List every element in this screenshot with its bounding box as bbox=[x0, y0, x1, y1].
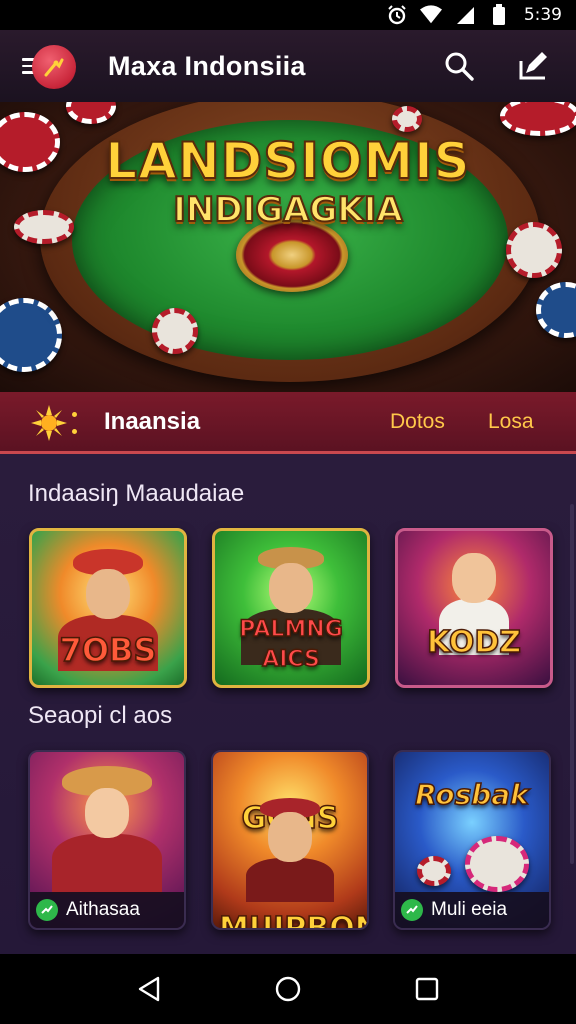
tab-active[interactable]: Inaansia bbox=[104, 408, 200, 436]
game-caption: Muli eeia bbox=[395, 892, 549, 928]
badge-icon bbox=[401, 899, 423, 921]
game-character bbox=[52, 766, 162, 894]
divider-dots bbox=[72, 412, 80, 434]
home-icon[interactable] bbox=[272, 973, 304, 1005]
section-title: Indaasiŋ Maaudaiae bbox=[28, 480, 245, 507]
back-icon[interactable] bbox=[133, 973, 165, 1005]
game-name: Muli eeia bbox=[431, 899, 508, 920]
edit-icon[interactable] bbox=[516, 49, 550, 83]
game-card[interactable]: Aithasaa bbox=[28, 750, 186, 930]
status-bar: 5:39 bbox=[0, 0, 576, 30]
poker-chip bbox=[152, 308, 198, 354]
tab-item[interactable]: Losa bbox=[488, 410, 534, 434]
game-list: Indaasiŋ Maaudaiae 7OBS PALMNG AICS KODZ… bbox=[0, 454, 576, 954]
game-name: Aithasaa bbox=[66, 899, 140, 920]
signal-icon bbox=[454, 4, 476, 26]
poker-chip bbox=[417, 856, 451, 886]
alarm-icon bbox=[386, 4, 408, 26]
app-logo[interactable] bbox=[32, 45, 76, 89]
game-card[interactable]: PALMNG AICS bbox=[212, 528, 370, 688]
game-card[interactable]: 7OBS bbox=[29, 528, 187, 688]
app-title: Maxa Indonsiia bbox=[108, 51, 306, 81]
game-character bbox=[246, 798, 334, 902]
recents-icon[interactable] bbox=[411, 973, 443, 1005]
hero-banner[interactable]: LANDSIOMIS INDIGAGKIA bbox=[0, 102, 576, 392]
hero-title: LANDSIOMIS bbox=[104, 131, 471, 191]
game-art-text: 7OBS bbox=[59, 630, 157, 670]
app-bar: Maxa Indonsiia bbox=[0, 30, 576, 102]
poker-chip bbox=[500, 102, 576, 136]
clock-time: 5:39 bbox=[523, 5, 562, 25]
search-icon[interactable] bbox=[442, 49, 476, 83]
scrollbar[interactable] bbox=[570, 504, 574, 864]
battery-icon bbox=[488, 4, 510, 26]
section-title: Seaopi cl aos bbox=[28, 702, 173, 729]
game-card[interactable]: Rosbak Muli eeia bbox=[393, 750, 551, 930]
category-tab-bar: Inaansia Dotos Losa bbox=[0, 392, 576, 454]
poker-chip bbox=[506, 222, 562, 278]
game-art-text: KODZ bbox=[426, 624, 522, 661]
sun-icon bbox=[30, 404, 68, 442]
poker-chip bbox=[0, 298, 62, 372]
poker-chip bbox=[392, 106, 422, 132]
wifi-icon bbox=[419, 4, 442, 26]
poker-chip bbox=[465, 836, 529, 892]
game-art-text: Rosbak bbox=[414, 777, 529, 812]
poker-chip bbox=[536, 282, 576, 338]
tab-item[interactable]: Dotos bbox=[390, 410, 445, 434]
system-nav-bar bbox=[0, 954, 576, 1024]
game-card[interactable]: KODZ bbox=[395, 528, 553, 688]
game-card[interactable]: GONS MUIPBONS bbox=[211, 750, 369, 930]
game-caption: Aithasaa bbox=[30, 892, 184, 928]
hero-subtitle: INDIGAGKIA bbox=[172, 189, 403, 231]
badge-icon bbox=[36, 899, 58, 921]
poker-chip bbox=[66, 102, 116, 124]
game-art-text: PALMNG AICS bbox=[238, 616, 343, 673]
